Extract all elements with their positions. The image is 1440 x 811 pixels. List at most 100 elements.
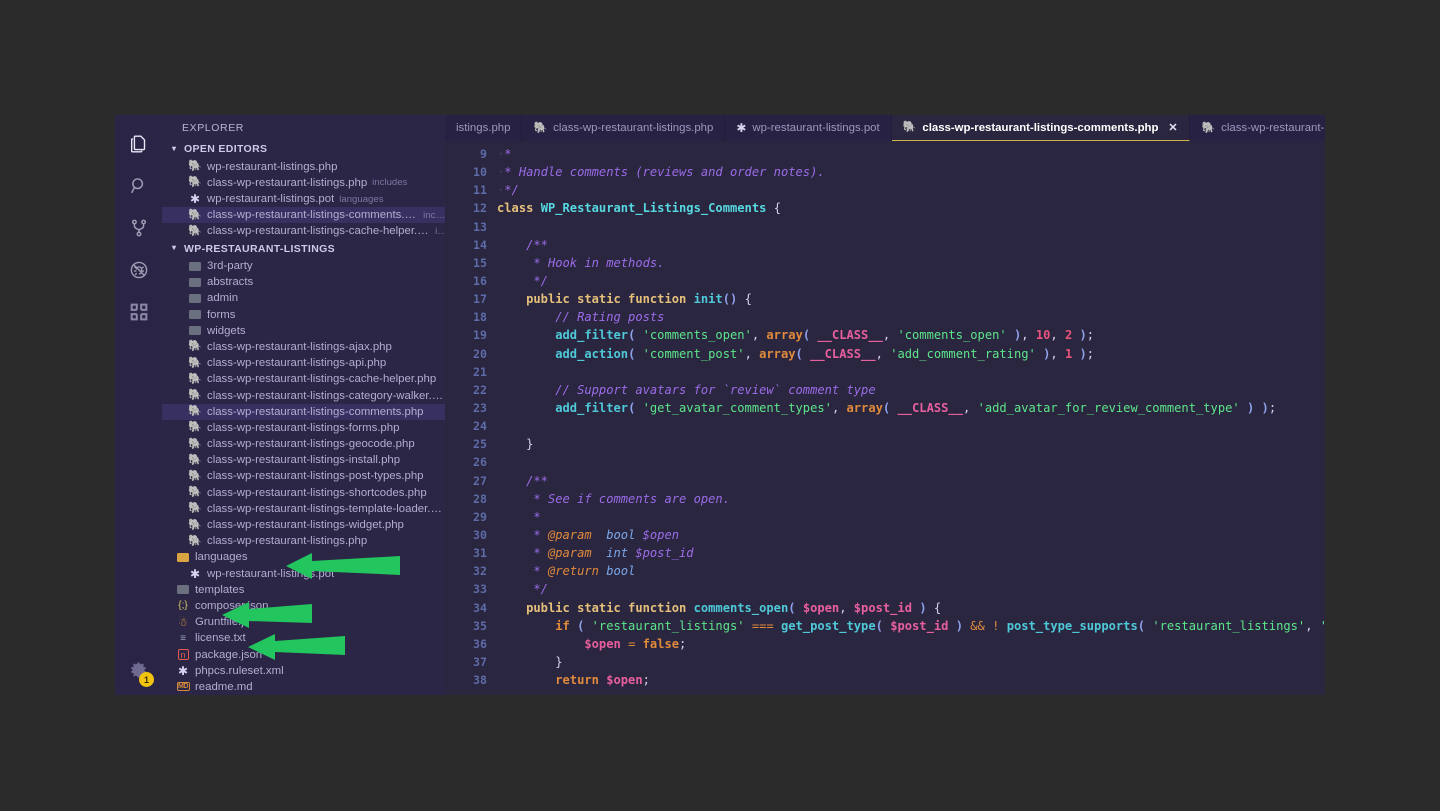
file-tree-label: readme.md [195,680,253,693]
code-line: 10 ·* Handle comments (reviews and order … [445,163,1325,181]
file-tree-item[interactable]: abstracts [162,274,445,290]
line-number: 29 [473,509,487,524]
settings-badge: 1 [139,672,154,687]
line-number: 38 [473,673,487,688]
code-token: 'comments_open' [642,328,752,343]
file-tree-item[interactable]: 🐘 class-wp-restaurant-listings-template-l… [162,501,445,517]
code-token: $post_id [890,618,949,633]
open-editor-item[interactable]: ✱ wp-restaurant-listings.pot languages [162,191,445,207]
explorer-icon[interactable] [115,123,162,165]
code-token: comments_open [693,600,789,615]
project-file-tree: 3rd-party abstracts admin forms widgets 🐘 clas… [162,258,445,695]
code-token: @param [547,527,592,542]
file-tree-item[interactable]: ✱ phpcs.ruleset.xml [162,663,445,679]
code-token: /** [526,237,548,252]
file-tree-item[interactable]: 3rd-party [162,258,445,274]
file-tree-item[interactable]: widgets [162,323,445,339]
code-line: 17 public static function init() { [445,290,1325,308]
code-token: { [933,600,942,615]
php-icon: 🐘 [188,208,202,221]
file-tree-label: class-wp-restaurant-listings-api.php [207,357,387,370]
line-number: 21 [473,364,487,379]
file-tree-item[interactable]: ✱ wp-restaurant-listings.pot [162,566,445,582]
code-token: 'comme [1320,619,1325,633]
manage-settings-button[interactable]: 1 [115,651,162,689]
code-token: $open [802,600,840,615]
editor-tab[interactable]: ✱ wp-restaurant-listings.pot [725,115,892,141]
file-tree-item[interactable]: {;} composer.json [162,598,445,614]
code-token: , [1305,618,1313,633]
file-tree-item[interactable]: 🐘 class-wp-restaurant-listings-install.ph… [162,452,445,468]
explorer-sidebar: EXPLORER ▾ OPEN EDITORS 🐘 wp-restaurant-l… [162,115,445,695]
file-tree-item[interactable]: templates [162,582,445,598]
code-line: 18 // Rating posts [445,308,1325,326]
source-control-icon[interactable] [115,207,162,249]
file-tree-item[interactable]: 🐘 class-wp-restaurant-listings-comments.p… [162,403,445,420]
code-token: ) [955,618,963,633]
editor-tab[interactable]: istings.php [445,115,523,141]
search-icon[interactable] [115,165,162,207]
open-editor-item[interactable]: 🐘 wp-restaurant-listings.php [162,159,445,175]
file-tree-item[interactable]: 🐘 class-wp-restaurant-listings.php [162,533,445,549]
file-tree-item[interactable]: 🐘 class-wp-restaurant-listings-category-w… [162,387,445,403]
code-token: , [1021,328,1029,343]
php-icon: 🐘 [188,518,202,531]
code-line-text: add_filter( 'get_avatar_comment_types', … [497,399,1276,417]
line-number: 33 [473,582,487,597]
code-line: 38 return $open; [445,671,1325,689]
file-tree-label: 3rd-party [207,260,253,273]
file-tree-item[interactable]: 🐘 class-wp-restaurant-listings-post-types… [162,468,445,484]
file-tree-item[interactable]: 🐘 class-wp-restaurant-listings-api.php [162,355,445,371]
close-icon[interactable]: ✕ [1167,121,1178,134]
code-token: ; [1268,400,1277,415]
php-icon: 🐘 [188,405,202,418]
code-token: 'comment_post' [642,346,745,361]
file-tree-item[interactable]: forms [162,307,445,323]
open-editor-item[interactable]: 🐘 class-wp-restaurant-listings-cache-help… [162,223,445,239]
file-tree-item[interactable]: 🐘 class-wp-restaurant-listings-forms.php [162,420,445,436]
open-editor-description: languages [339,193,384,205]
open-editor-label: wp-restaurant-listings.pot [207,193,335,206]
code-line: 9 ·* [445,145,1325,163]
file-tree-item[interactable]: admin [162,290,445,306]
editor-tab[interactable]: 🐘 class-wp-restaurant-listings-cache-help… [1190,115,1325,141]
open-editor-item[interactable]: 🐘 class-wp-restaurant-listings.php include… [162,175,445,191]
file-tree-item[interactable]: ≡ license.txt [162,630,445,646]
run-debug-icon[interactable] [115,249,162,291]
open-editor-item[interactable]: 🐘 class-wp-restaurant-listings-comments.p… [162,207,445,224]
file-tree-item[interactable]: 🐘 class-wp-restaurant-listings-cache-help… [162,371,445,387]
code-line: 35 if ( 'restaurant_listings' === get_po… [445,617,1325,635]
code-line: 37 } [445,653,1325,671]
code-token: ( [875,618,883,633]
file-tree-item[interactable]: n package.json [162,646,445,662]
code-editor[interactable]: 9 ·* 10 ·* Handle comments (reviews and ord… [445,141,1325,695]
file-tree-item[interactable]: ☃ Gruntfile.js [162,614,445,630]
file-tree-item[interactable]: 🐘 class-wp-restaurant-listings-ajax.php [162,339,445,355]
file-tree-item[interactable]: 🐘 class-wp-restaurant-listings-shortcodes… [162,485,445,501]
code-line-text: */ [497,272,548,290]
file-tree-item[interactable]: 🐘 class-wp-restaurant-listings-geocode.ph… [162,436,445,452]
php-icon: 🐘 [188,176,202,189]
section-project-root[interactable]: ▾ WP-RESTAURANT-LISTINGS [162,240,445,258]
code-token: $open [642,527,680,542]
editor-tab[interactable]: 🐘 class-wp-restaurant-listings-comments.p… [891,115,1191,141]
line-number: 19 [473,328,487,343]
line-number: 25 [473,437,487,452]
editor-tab[interactable]: 🐘 class-wp-restaurant-listings.php [522,115,726,141]
folder-icon [188,260,202,273]
file-tree-item[interactable]: MD readme.md [162,679,445,695]
extensions-icon[interactable] [115,291,162,333]
code-token: */ [533,273,548,288]
file-tree-label: phpcs.ruleset.xml [195,664,284,677]
section-open-editors[interactable]: ▾ OPEN EDITORS [162,140,445,158]
file-tree-item[interactable]: 🐘 class-wp-restaurant-listings-widget.php [162,517,445,533]
code-token: bool [606,564,636,579]
file-tree-item[interactable]: languages [162,549,445,565]
